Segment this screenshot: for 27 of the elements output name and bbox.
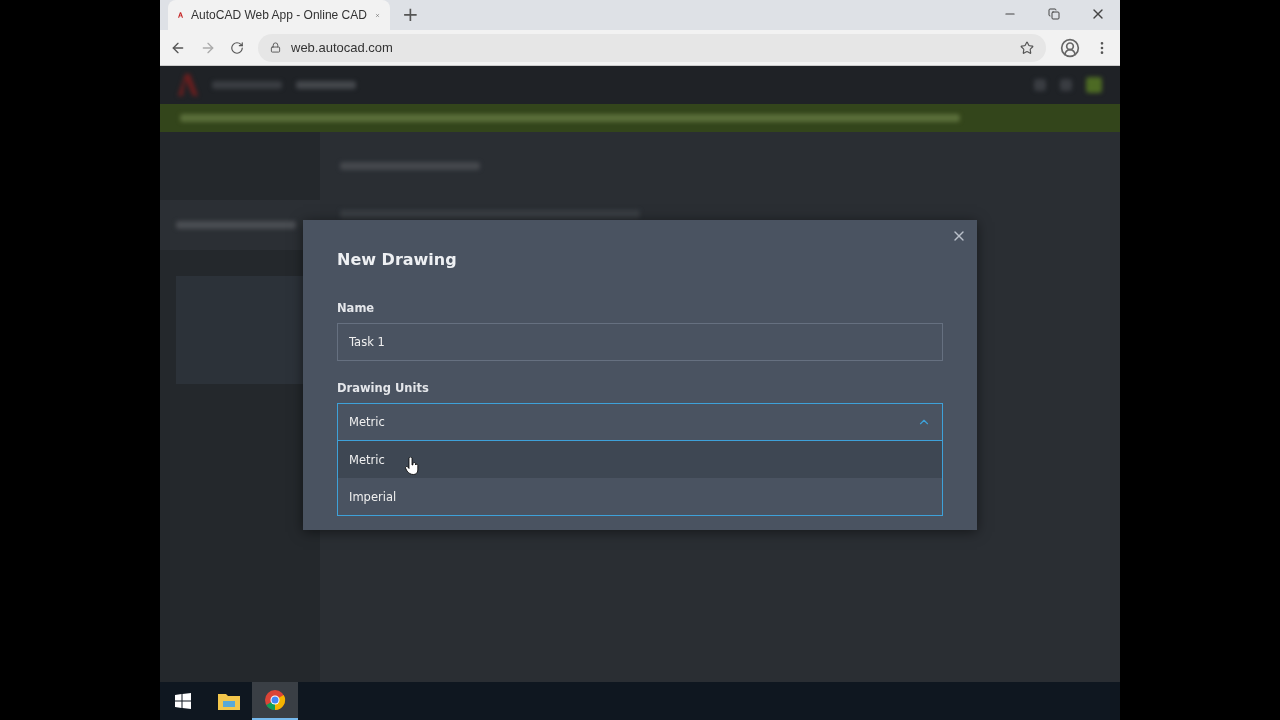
name-field[interactable]: Task 1 (337, 323, 943, 361)
blurred-icon (1060, 79, 1072, 91)
folder-icon (218, 692, 240, 710)
blurred-text (212, 81, 282, 89)
blurred-icon (1086, 77, 1102, 93)
bookmark-icon[interactable] (1020, 40, 1034, 55)
url-text: web.autocad.com (291, 40, 394, 55)
tab-title: AutoCAD Web App - Online CAD (191, 8, 367, 22)
browser-icon (264, 689, 286, 711)
dialog-title: New Drawing (337, 250, 458, 269)
new-tab-button[interactable]: + (402, 2, 419, 26)
dropdown-option[interactable]: Metric (338, 441, 942, 478)
blurred-icon (1034, 79, 1046, 91)
field-label: Name (337, 301, 376, 315)
lock-icon (270, 42, 281, 53)
app-logo-icon (178, 74, 198, 96)
address-bar[interactable]: web.autocad.com (258, 33, 1046, 62)
field-label: Drawing Units (337, 381, 430, 395)
hand-pointer-icon (405, 457, 419, 475)
windows-icon (175, 693, 191, 709)
profile-icon[interactable] (1060, 37, 1080, 58)
reload-icon[interactable] (230, 40, 244, 55)
blurred-text (296, 81, 356, 89)
units-dropdown[interactable]: Metric (337, 403, 943, 441)
taskbar-button[interactable] (252, 682, 298, 720)
browser-tab[interactable]: AutoCAD Web App - Online CAD (168, 0, 390, 30)
restore-icon (1048, 8, 1060, 20)
